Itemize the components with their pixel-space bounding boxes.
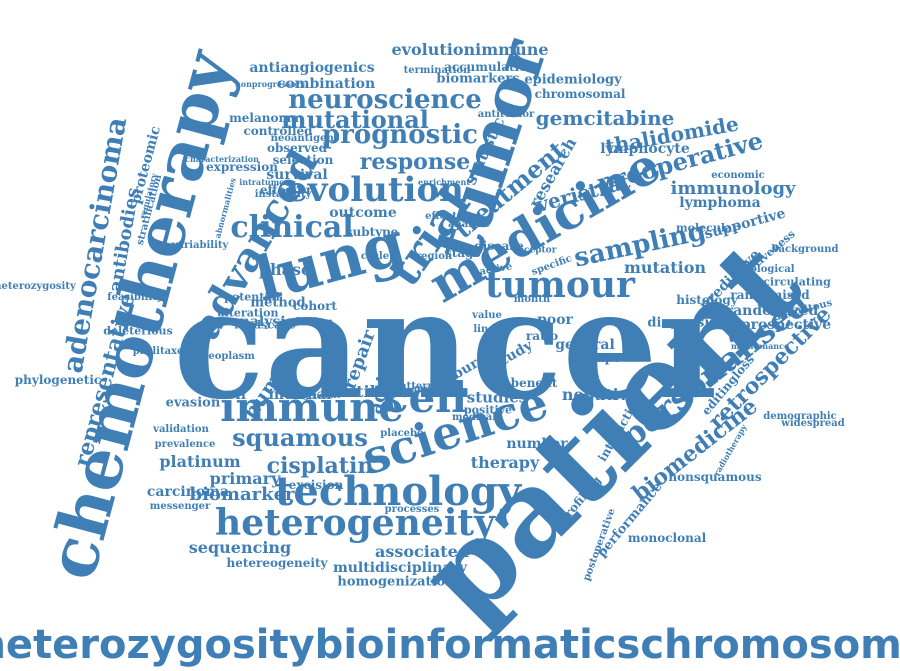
word-subtype: subtype: [345, 225, 399, 239]
word-escape: escape: [575, 351, 621, 365]
word-cloud: cancer patient chemotherapy tumor lung trial m…: [0, 0, 900, 671]
word-economic: economic: [711, 170, 765, 181]
word-placebo: placebo: [380, 428, 424, 439]
word-line: line: [473, 324, 495, 335]
word-feasibility: feasibility: [107, 292, 163, 303]
word-selection: selection: [272, 153, 334, 167]
word-outcome: outcome: [329, 205, 397, 221]
word-associated: associated: [375, 542, 469, 561]
word-medical: medical: [451, 412, 497, 423]
word-multidisciplinary: multidisciplinary: [332, 560, 468, 576]
word-evasion: evasion: [165, 395, 221, 411]
word-homogenization: homogenization: [337, 574, 455, 590]
word-enrichment: enrichment: [418, 177, 470, 187]
word-nonprogressors: nonprogressors: [234, 79, 306, 89]
word-more: more: [413, 384, 443, 395]
word-neoplasm: neoplasm: [201, 351, 255, 362]
word-evolutionimmune: evolutionimmune: [391, 40, 549, 59]
word-chromosomal: chromosomal: [534, 87, 626, 101]
word-messenger: messenger: [149, 501, 211, 512]
word-general: general: [555, 337, 615, 353]
word-instability: instability: [254, 189, 312, 200]
word-potential: potential: [224, 290, 280, 304]
word-histology: histology: [676, 293, 738, 307]
word-ratio: ratio: [525, 329, 559, 343]
word-heterozygositybioinformaticschromosomal: heterozygositybioinformaticschromosomal: [0, 622, 900, 668]
word-maintenance: maintenance: [730, 341, 790, 351]
word-randomised: randomised: [730, 288, 810, 302]
word-phase: phase: [258, 260, 312, 279]
word-design: design: [292, 315, 334, 329]
word-landscape: landscape: [234, 318, 296, 332]
word-deleterious: deleterious: [103, 324, 173, 338]
word-squamous: squamous: [232, 423, 368, 452]
word-paclitaxel: paclitaxel: [132, 346, 188, 357]
word-characterization: characterization: [185, 154, 259, 164]
word-number: number: [506, 436, 568, 452]
word-cohort: cohort: [293, 299, 337, 313]
word-prevalence: prevalence: [154, 439, 216, 450]
word-alteration: alteration: [217, 306, 279, 320]
word-value: value: [472, 310, 502, 321]
word-hetereogeneity: hetereogeneity: [226, 556, 328, 570]
word-poor: poor: [537, 312, 573, 328]
word-month: month: [513, 294, 551, 305]
word-region: region: [415, 251, 453, 262]
word-excision: excision: [288, 478, 344, 492]
word-lymphocyte: lymphocyte: [600, 141, 690, 157]
word-effect: effect: [425, 211, 457, 222]
word-monoclonal: monoclonal: [627, 531, 707, 545]
word-diagnosis: diagnosis: [647, 315, 717, 331]
word-heterozygosity: heterozygosity: [0, 281, 76, 292]
word-validation: validation: [153, 424, 209, 435]
word-circulating: circulating: [763, 275, 831, 289]
word-cisplatin: cisplatin: [266, 453, 374, 479]
word-therapy: therapy: [470, 453, 540, 472]
word-biomarkers: biomarkers: [436, 71, 520, 87]
word-cell: cell: [217, 387, 247, 403]
word-platinum: platinum: [159, 452, 241, 471]
word-cycle: cycle: [360, 251, 390, 262]
word-molecular: molecular: [676, 221, 738, 235]
word-antitumor: antitumor: [477, 109, 535, 120]
word-genomic: genomic: [302, 390, 342, 400]
word-sequencing: sequencing: [188, 538, 292, 557]
word-heterogeneity: heterogeneity: [215, 502, 495, 544]
word-melanoma: melanoma: [229, 111, 299, 125]
word-primary: primary: [209, 469, 281, 488]
word-mutation: mutation: [623, 258, 707, 277]
word-processes: processes: [384, 504, 440, 515]
word-receptor: receptor: [513, 245, 557, 256]
word-benefit: benefit: [510, 376, 558, 390]
word-futility: futility: [337, 382, 399, 401]
word-response: response: [359, 149, 471, 175]
word-variability: variability: [171, 240, 229, 251]
word-phylogenetic: phylogenetic: [14, 373, 102, 387]
word-epidemiology: epidemiology: [524, 72, 622, 88]
word-antiangiogenics: antiangiogenics: [249, 60, 375, 76]
word-widespread: widespread: [781, 418, 845, 429]
word-lymphoma: lymphoma: [679, 195, 761, 211]
word-intratumor: intratumor: [239, 177, 289, 187]
